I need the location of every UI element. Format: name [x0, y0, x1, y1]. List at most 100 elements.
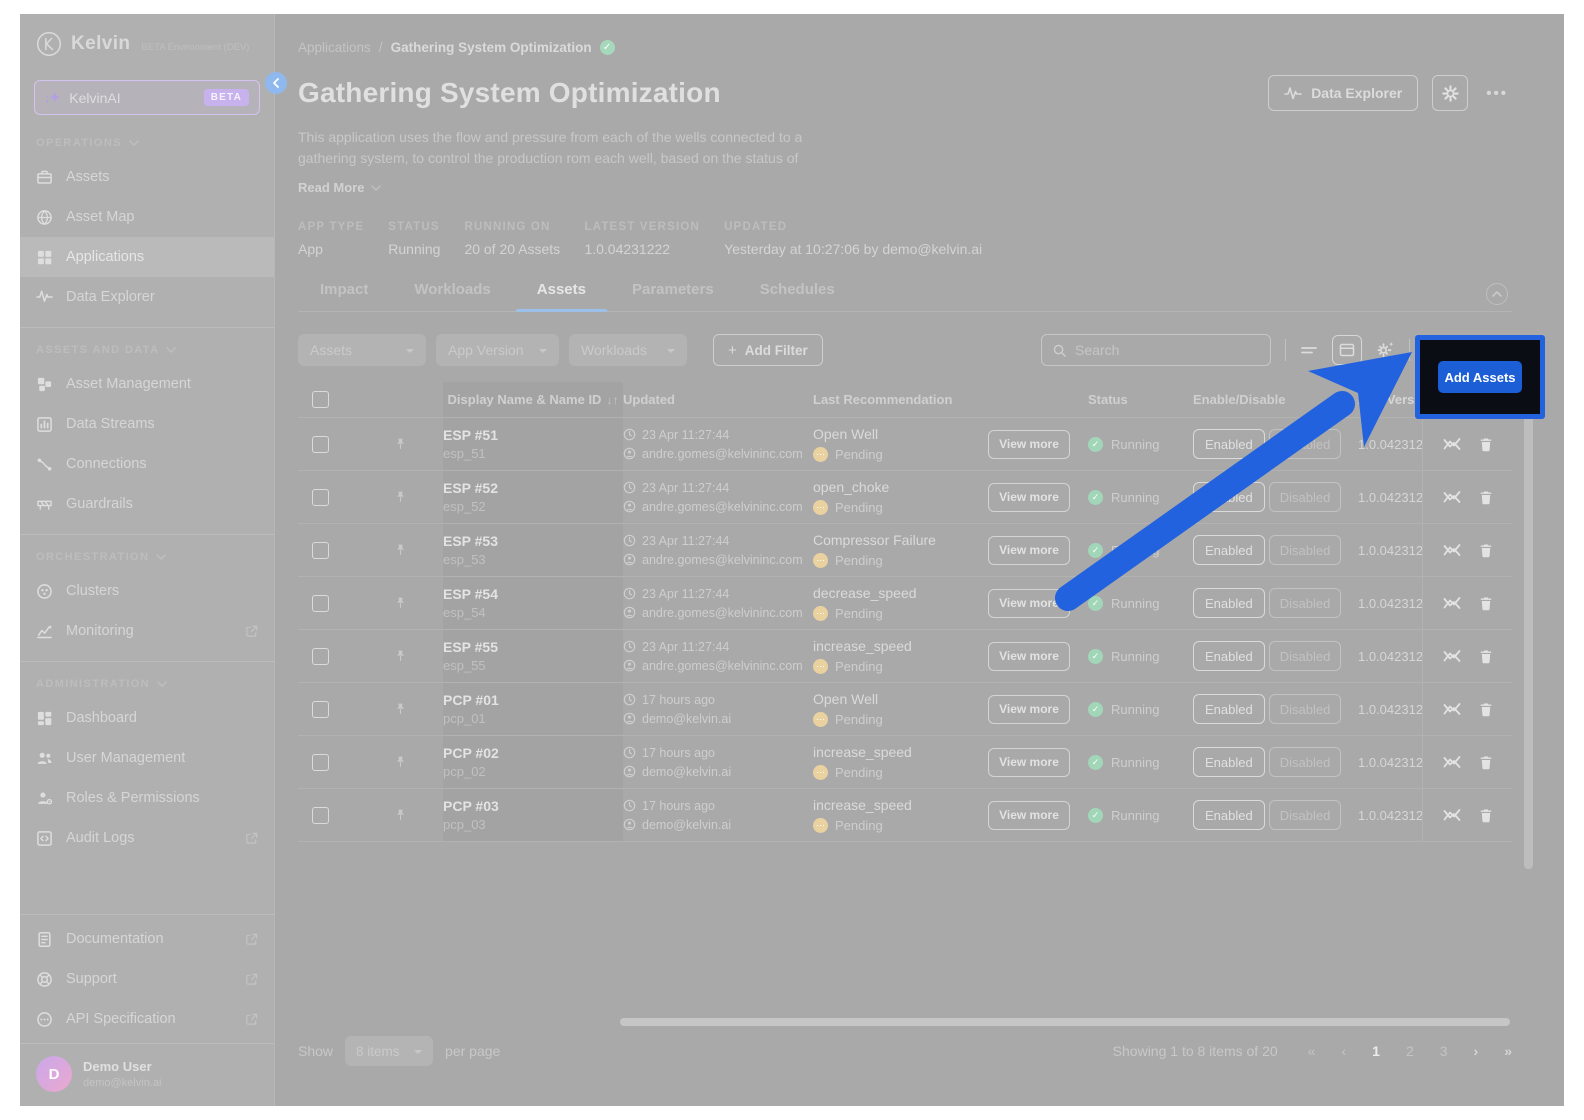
sidebar-item-api-specification[interactable]: API Specification [20, 999, 274, 1039]
row-checkbox[interactable] [312, 541, 329, 559]
sidebar-item-monitoring[interactable]: Monitoring [20, 611, 274, 651]
page-2-button[interactable]: 2 [1406, 1043, 1414, 1059]
search-input[interactable] [1075, 342, 1260, 358]
chart-compare-icon[interactable] [1443, 808, 1461, 822]
data-explorer-button[interactable]: Data Explorer [1268, 75, 1419, 111]
chart-compare-icon[interactable] [1443, 437, 1461, 451]
enabled-button[interactable]: Enabled [1193, 747, 1265, 777]
sidebar-item-guardrails[interactable]: Guardrails [20, 484, 274, 524]
pin-icon[interactable] [394, 596, 407, 610]
page-size-dropdown[interactable]: 8 items [345, 1036, 434, 1066]
manage-columns-icon[interactable] [1376, 341, 1395, 359]
sidebar-item-data-streams[interactable]: Data Streams [20, 404, 274, 444]
add-filter-button[interactable]: + Add Filter [713, 334, 823, 366]
read-more-button[interactable]: Read More [298, 180, 382, 195]
view-more-button[interactable]: View more [988, 429, 1070, 459]
sidebar-collapse-button[interactable] [265, 72, 287, 94]
sidebar-item-asset-map[interactable]: Asset Map [20, 197, 274, 237]
view-more-button[interactable]: View more [988, 641, 1070, 671]
user-menu[interactable]: D Demo User demo@kelvin.ai [20, 1043, 274, 1106]
enabled-button[interactable]: Enabled [1193, 482, 1265, 512]
row-checkbox[interactable] [312, 753, 329, 771]
enabled-button[interactable]: Enabled [1193, 429, 1265, 459]
row-checkbox[interactable] [312, 435, 329, 453]
chart-compare-icon[interactable] [1443, 649, 1461, 663]
sidebar-item-roles-permissions[interactable]: Roles & Permissions [20, 778, 274, 818]
disabled-button[interactable]: Disabled [1268, 694, 1342, 724]
tab-workloads[interactable]: Workloads [414, 281, 490, 311]
sidebar-item-audit-logs[interactable]: Audit Logs [20, 818, 274, 858]
disabled-button[interactable]: Disabled [1268, 535, 1342, 565]
row-checkbox[interactable] [312, 647, 329, 665]
disabled-button[interactable]: Disabled [1268, 641, 1342, 671]
sidebar-item-connections[interactable]: Connections [20, 444, 274, 484]
view-more-button[interactable]: View more [988, 800, 1070, 830]
disabled-button[interactable]: Disabled [1268, 429, 1342, 459]
trash-icon[interactable] [1479, 596, 1493, 611]
view-more-button[interactable]: View more [988, 535, 1070, 565]
trash-icon[interactable] [1479, 808, 1493, 823]
trash-icon[interactable] [1479, 702, 1493, 717]
chart-compare-icon[interactable] [1443, 702, 1461, 716]
chart-compare-icon[interactable] [1443, 596, 1461, 610]
enabled-button[interactable]: Enabled [1193, 641, 1265, 671]
enabled-button[interactable]: Enabled [1193, 694, 1265, 724]
page-3-button[interactable]: 3 [1440, 1043, 1448, 1059]
vertical-scrollbar[interactable] [1524, 414, 1533, 869]
filter-workloads-dropdown[interactable]: Workloads [569, 334, 687, 366]
pin-icon[interactable] [394, 755, 407, 769]
trash-icon[interactable] [1479, 437, 1493, 452]
sidebar-item-documentation[interactable]: Documentation [20, 919, 274, 959]
disabled-button[interactable]: Disabled [1268, 800, 1342, 830]
add-assets-button[interactable]: Add Assets [1438, 361, 1522, 393]
sort-icon[interactable]: ↓↑ [606, 393, 618, 407]
next-page-button[interactable]: › [1474, 1043, 1479, 1059]
tab-parameters[interactable]: Parameters [632, 281, 714, 311]
filter-app-version-dropdown[interactable]: App Version [436, 334, 559, 366]
enabled-button[interactable]: Enabled [1193, 535, 1265, 565]
chart-compare-icon[interactable] [1443, 543, 1461, 557]
page-1-button[interactable]: 1 [1372, 1043, 1380, 1059]
disabled-button[interactable]: Disabled [1268, 747, 1342, 777]
tab-schedules[interactable]: Schedules [760, 281, 835, 311]
enabled-button[interactable]: Enabled [1193, 588, 1265, 618]
trash-icon[interactable] [1479, 490, 1493, 505]
view-more-button[interactable]: View more [988, 694, 1070, 724]
sidebar-item-user-management[interactable]: User Management [20, 738, 274, 778]
settings-button[interactable] [1432, 75, 1469, 111]
sidebar-item-support[interactable]: Support [20, 959, 274, 999]
select-all-checkbox[interactable] [312, 391, 329, 408]
row-checkbox[interactable] [312, 594, 329, 612]
chart-compare-icon[interactable] [1443, 490, 1461, 504]
first-page-button[interactable]: « [1308, 1043, 1316, 1059]
row-checkbox[interactable] [312, 806, 329, 824]
pin-icon[interactable] [394, 702, 407, 716]
pin-icon[interactable] [394, 543, 407, 557]
pin-icon[interactable] [394, 808, 407, 822]
chart-compare-icon[interactable] [1443, 755, 1461, 769]
more-options-button[interactable]: ••• [1482, 85, 1512, 102]
disabled-button[interactable]: Disabled [1268, 482, 1342, 512]
trash-icon[interactable] [1479, 755, 1493, 770]
trash-icon[interactable] [1479, 543, 1493, 558]
sidebar-item-clusters[interactable]: Clusters [20, 571, 274, 611]
sidebar-item-dashboard[interactable]: Dashboard [20, 698, 274, 738]
pin-icon[interactable] [394, 649, 407, 663]
breadcrumb-applications[interactable]: Applications [298, 40, 371, 55]
row-checkbox[interactable] [312, 488, 329, 506]
view-more-button[interactable]: View more [988, 482, 1070, 512]
last-page-button[interactable]: » [1504, 1043, 1512, 1059]
filter-assets-dropdown[interactable]: Assets [298, 334, 426, 366]
sidebar-section-toggle[interactable]: OPERATIONS [20, 131, 274, 157]
sidebar-section-toggle[interactable]: ADMINISTRATION [20, 672, 274, 698]
table-view-toggle[interactable] [1332, 335, 1362, 365]
enabled-button[interactable]: Enabled [1193, 800, 1265, 830]
pin-icon[interactable] [394, 490, 407, 504]
sidebar-item-asset-management[interactable]: Asset Management [20, 364, 274, 404]
tab-impact[interactable]: Impact [320, 281, 368, 311]
sidebar-item-data-explorer[interactable]: Data Explorer [20, 277, 274, 317]
sidebar-item-applications[interactable]: Applications [20, 237, 274, 277]
disabled-button[interactable]: Disabled [1268, 588, 1342, 618]
view-more-button[interactable]: View more [988, 747, 1070, 777]
list-view-icon[interactable] [1300, 343, 1318, 357]
